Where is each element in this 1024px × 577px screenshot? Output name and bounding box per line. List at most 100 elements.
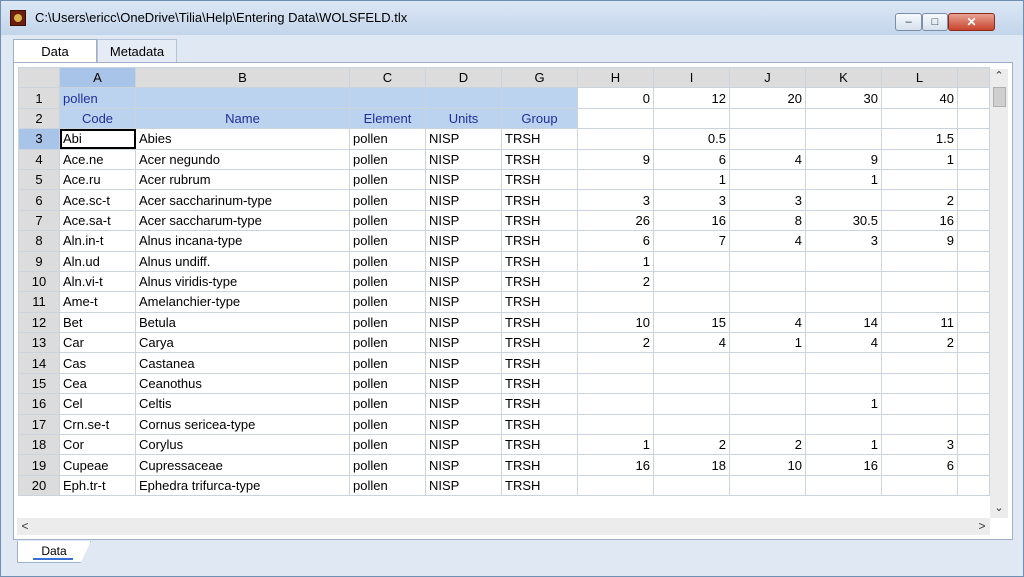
grid-cell[interactable] bbox=[577, 128, 654, 150]
grid-cell[interactable]: NISP bbox=[425, 352, 502, 374]
grid-cell[interactable] bbox=[349, 87, 426, 109]
row-header[interactable]: 16 bbox=[18, 393, 60, 415]
grid-cell[interactable]: Eph.tr-t bbox=[59, 474, 136, 497]
row-header[interactable]: 11 bbox=[18, 291, 60, 313]
grid-cell[interactable] bbox=[729, 372, 806, 395]
grid-cell[interactable]: Cor bbox=[59, 434, 136, 456]
grid-cell[interactable]: 2 bbox=[881, 332, 958, 354]
grid-cell[interactable]: Acer negundo bbox=[135, 148, 350, 170]
grid-cell[interactable]: Abies bbox=[135, 128, 350, 150]
grid-cell[interactable]: 16 bbox=[881, 209, 958, 232]
grid-cell[interactable]: 1 bbox=[805, 168, 882, 191]
grid-cell-empty[interactable] bbox=[957, 291, 990, 313]
grid-cell[interactable]: NISP bbox=[425, 413, 502, 436]
grid-cell[interactable]: 4 bbox=[729, 230, 806, 252]
grid-cell[interactable]: pollen bbox=[349, 250, 426, 272]
grid-cell[interactable]: pollen bbox=[349, 393, 426, 415]
scroll-left-icon[interactable]: < bbox=[17, 518, 33, 535]
grid-cell[interactable]: Castanea bbox=[135, 352, 350, 374]
row-header[interactable]: 10 bbox=[18, 270, 60, 293]
grid-cell[interactable] bbox=[881, 413, 958, 436]
grid-cell[interactable]: Cas bbox=[59, 352, 136, 374]
grid-cell[interactable] bbox=[805, 250, 882, 272]
column-header[interactable]: K bbox=[805, 66, 882, 89]
grid-cell[interactable]: Name bbox=[135, 107, 350, 130]
grid-cell[interactable]: pollen bbox=[59, 87, 136, 109]
grid-cell[interactable]: TRSH bbox=[501, 474, 578, 497]
grid-cell[interactable]: 11 bbox=[881, 311, 958, 334]
grid-cell[interactable]: TRSH bbox=[501, 168, 578, 191]
grid-cell[interactable]: NISP bbox=[425, 291, 502, 313]
grid-cell[interactable]: 16 bbox=[577, 454, 654, 476]
grid-cell[interactable]: TRSH bbox=[501, 352, 578, 374]
grid-cell[interactable] bbox=[501, 87, 578, 109]
grid-cell[interactable]: TRSH bbox=[501, 393, 578, 415]
grid-cell[interactable]: pollen bbox=[349, 311, 426, 334]
row-header[interactable]: 20 bbox=[18, 474, 60, 497]
grid-cell[interactable] bbox=[729, 291, 806, 313]
grid-cell[interactable]: pollen bbox=[349, 230, 426, 252]
scroll-right-icon[interactable]: > bbox=[974, 518, 990, 535]
grid-cell[interactable] bbox=[577, 291, 654, 313]
grid-cell[interactable] bbox=[805, 474, 882, 497]
grid-cell[interactable] bbox=[577, 107, 654, 130]
grid-cell[interactable]: 1 bbox=[805, 393, 882, 415]
grid-cell[interactable] bbox=[729, 168, 806, 191]
grid-cell[interactable] bbox=[577, 168, 654, 191]
grid-cell[interactable]: TRSH bbox=[501, 230, 578, 252]
grid-cell[interactable] bbox=[577, 413, 654, 436]
grid-cell[interactable] bbox=[805, 189, 882, 211]
grid-cell[interactable]: NISP bbox=[425, 454, 502, 476]
grid-cell[interactable] bbox=[653, 413, 730, 436]
grid-cell[interactable]: NISP bbox=[425, 148, 502, 170]
grid-cell[interactable] bbox=[805, 413, 882, 436]
grid-cell[interactable]: Ace.ru bbox=[59, 168, 136, 191]
active-cell[interactable]: Abi bbox=[59, 128, 136, 150]
row-header[interactable]: 3 bbox=[18, 128, 60, 150]
grid-cell-empty[interactable] bbox=[957, 148, 990, 170]
grid-cell[interactable]: NISP bbox=[425, 372, 502, 395]
grid-cell[interactable] bbox=[729, 128, 806, 150]
grid-cell[interactable]: 1 bbox=[881, 148, 958, 170]
grid-cell-empty[interactable] bbox=[957, 352, 990, 374]
grid-cell[interactable]: 2 bbox=[653, 434, 730, 456]
grid-cell[interactable] bbox=[729, 352, 806, 374]
grid-cell[interactable]: 3 bbox=[577, 189, 654, 211]
grid-cell[interactable]: Alnus undiff. bbox=[135, 250, 350, 272]
grid-cell[interactable] bbox=[653, 393, 730, 415]
grid-cell[interactable]: TRSH bbox=[501, 372, 578, 395]
grid-cell[interactable]: TRSH bbox=[501, 311, 578, 334]
grid-cell[interactable]: pollen bbox=[349, 352, 426, 374]
grid-cell[interactable] bbox=[577, 474, 654, 497]
column-header[interactable]: I bbox=[653, 66, 730, 89]
row-header[interactable]: 17 bbox=[18, 413, 60, 436]
row-header[interactable]: 15 bbox=[18, 372, 60, 395]
grid-cell[interactable]: NISP bbox=[425, 250, 502, 272]
row-header[interactable]: 13 bbox=[18, 332, 60, 354]
scroll-down-icon[interactable]: ⌄ bbox=[990, 501, 1008, 517]
grid-cell[interactable]: Acer saccharinum-type bbox=[135, 189, 350, 211]
grid-cell[interactable] bbox=[653, 250, 730, 272]
grid-cell[interactable]: TRSH bbox=[501, 332, 578, 354]
scroll-up-icon[interactable]: ⌃ bbox=[990, 69, 1008, 85]
grid-cell[interactable]: pollen bbox=[349, 270, 426, 293]
grid-cell[interactable] bbox=[881, 270, 958, 293]
grid-cell[interactable]: Element bbox=[349, 107, 426, 130]
grid-cell-empty[interactable] bbox=[957, 332, 990, 354]
grid-cell[interactable]: 8 bbox=[729, 209, 806, 232]
grid-cell[interactable] bbox=[729, 250, 806, 272]
grid-cell[interactable]: NISP bbox=[425, 189, 502, 211]
grid-cell[interactable] bbox=[729, 393, 806, 415]
grid-cell[interactable]: TRSH bbox=[501, 209, 578, 232]
grid-cell[interactable]: Ace.ne bbox=[59, 148, 136, 170]
grid-cell[interactable] bbox=[729, 474, 806, 497]
grid-cell[interactable]: pollen bbox=[349, 189, 426, 211]
grid-cell[interactable] bbox=[805, 270, 882, 293]
grid-cell[interactable]: Aln.in-t bbox=[59, 230, 136, 252]
grid-cell[interactable]: Ceanothus bbox=[135, 372, 350, 395]
grid-cell[interactable]: NISP bbox=[425, 311, 502, 334]
grid-cell[interactable]: Car bbox=[59, 332, 136, 354]
grid-cell[interactable]: Ephedra trifurca-type bbox=[135, 474, 350, 497]
grid-cell[interactable]: 0 bbox=[577, 87, 654, 109]
grid-cell[interactable] bbox=[653, 352, 730, 374]
